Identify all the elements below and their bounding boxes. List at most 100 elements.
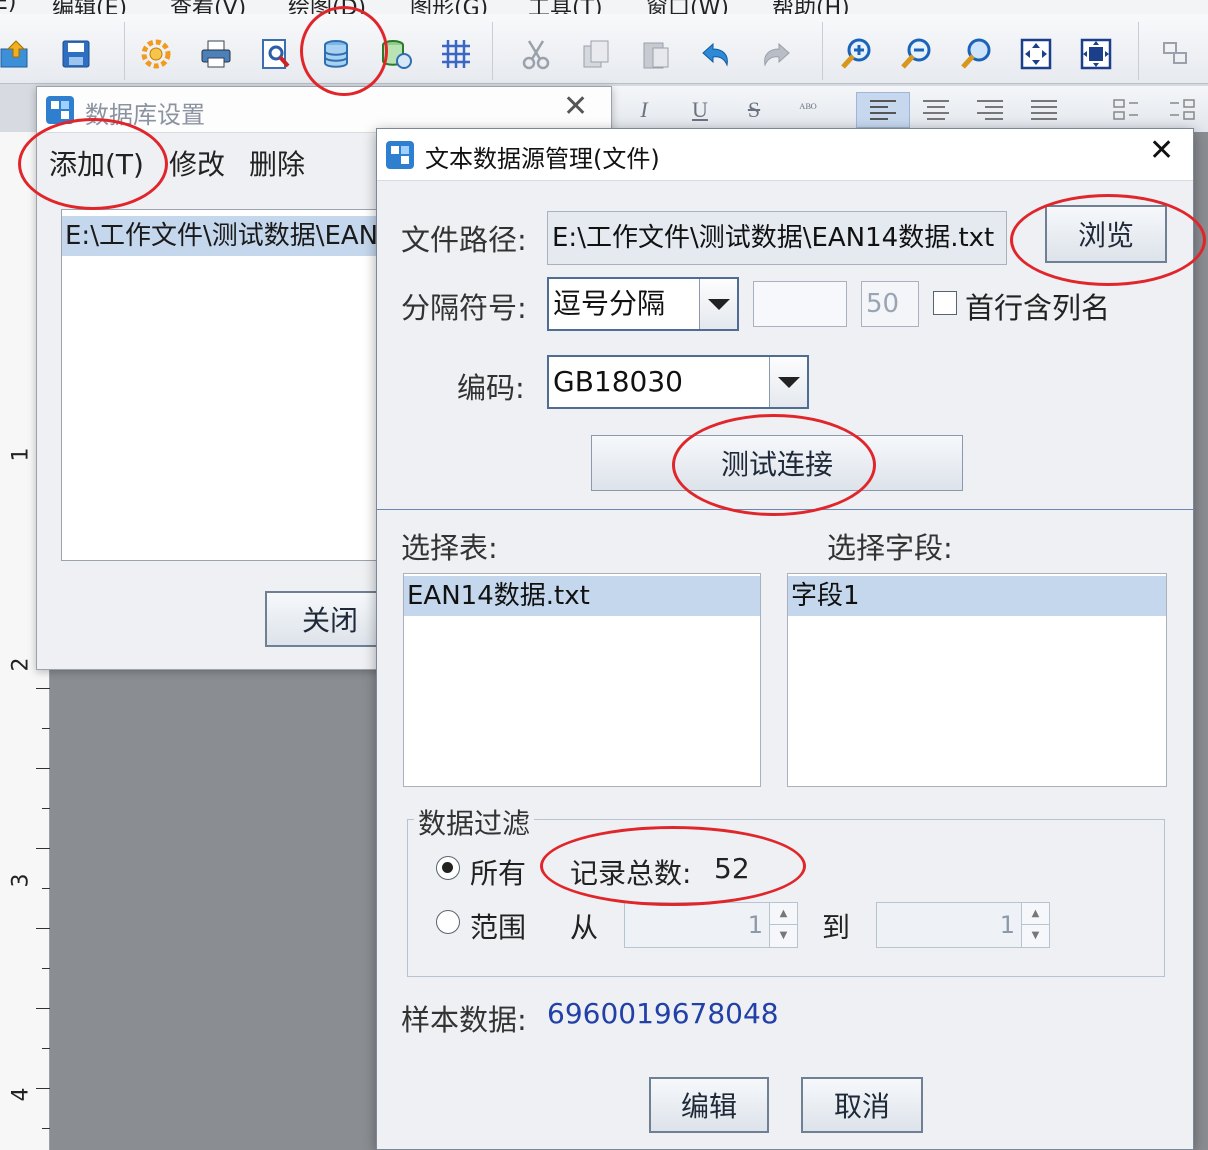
test-connection-button[interactable]: 测试连接 xyxy=(591,435,963,491)
format-toolbar: I U S ᴬᴮᴼ xyxy=(600,86,1208,132)
dialog-title: 文本数据源管理(文件) xyxy=(425,145,660,173)
range-from-stepper[interactable]: 1 ▲ ▼ xyxy=(624,902,798,948)
ruler-tick xyxy=(42,1128,50,1129)
datasource-list[interactable]: E:\工作文件\测试数据\EAN14数据.txt xyxy=(61,209,391,561)
range-to-stepper[interactable]: 1 ▲ ▼ xyxy=(876,902,1050,948)
menu-item-draw[interactable]: 绘图(D) xyxy=(288,0,366,14)
database-icon[interactable] xyxy=(314,32,358,76)
ruler-label: 3 xyxy=(8,873,34,888)
chevron-down-icon[interactable] xyxy=(769,357,807,407)
main-toolbar xyxy=(0,14,1208,84)
ruler-tick xyxy=(42,1048,50,1049)
encoding-select[interactable]: GB18030 xyxy=(547,355,809,409)
edit-button[interactable]: 编辑 xyxy=(649,1077,769,1133)
custom-separator-input[interactable] xyxy=(753,281,847,327)
add-menu-item[interactable]: 添加(T) xyxy=(49,143,144,183)
all-radio[interactable] xyxy=(436,856,460,880)
strikethrough-button[interactable]: S xyxy=(734,92,774,128)
decrement-icon[interactable]: ▼ xyxy=(769,925,797,947)
range-label: 范围 xyxy=(470,911,527,944)
browse-button[interactable]: 浏览 xyxy=(1045,205,1167,263)
cut-icon[interactable] xyxy=(514,32,558,76)
ruler-tick xyxy=(42,888,50,889)
group-icon[interactable] xyxy=(1154,32,1198,76)
align-center-icon[interactable] xyxy=(916,92,956,128)
zoom-icon[interactable] xyxy=(954,32,998,76)
list-item[interactable]: EAN14数据.txt xyxy=(404,576,760,616)
list-item[interactable]: E:\工作文件\测试数据\EAN14数据.txt xyxy=(62,216,390,256)
decrement-icon[interactable]: ▼ xyxy=(1021,925,1049,947)
save-icon[interactable] xyxy=(54,32,98,76)
menu-item-view[interactable]: 查看(V) xyxy=(170,0,246,14)
range-to-value: 1 xyxy=(999,911,1015,939)
align-right-icon[interactable] xyxy=(970,92,1010,128)
menu-item-tools[interactable]: 工具(T) xyxy=(528,0,603,14)
ruler-tick xyxy=(36,848,50,849)
grid-icon[interactable] xyxy=(434,32,478,76)
copy-icon[interactable] xyxy=(574,32,618,76)
italic-button[interactable]: I xyxy=(624,92,664,128)
encoding-label: 编码: xyxy=(457,371,525,405)
path-label: 文件路径: xyxy=(401,223,527,257)
path-field[interactable]: E:\工作文件\测试数据\EAN14数据.txt xyxy=(547,211,1007,265)
field-listbox[interactable]: 字段1 xyxy=(787,573,1167,787)
ruler-tick xyxy=(36,1008,50,1009)
separator-width-input[interactable]: 50 xyxy=(861,281,919,327)
menu-bar: E) 编辑(E) 查看(V) 绘图(D) 图形(G) 工具(T) 窗口(W) 帮… xyxy=(0,0,1208,14)
fit-page-icon[interactable] xyxy=(1014,32,1058,76)
from-label: 从 xyxy=(570,911,599,944)
separator-select[interactable]: 逗号分隔 xyxy=(547,277,739,331)
separator-label: 分隔符号: xyxy=(401,291,527,325)
actual-size-icon[interactable] xyxy=(1074,32,1118,76)
to-label: 到 xyxy=(822,911,851,944)
print-icon[interactable] xyxy=(194,32,238,76)
zoom-out-icon[interactable] xyxy=(894,32,938,76)
ruler-label: 4 xyxy=(8,1087,34,1102)
range-radio[interactable] xyxy=(436,910,460,934)
database-connect-icon[interactable] xyxy=(374,32,418,76)
distribute-horizontal-icon[interactable] xyxy=(1106,92,1146,128)
separator-value: 逗号分隔 xyxy=(553,287,666,320)
underline-button[interactable]: U xyxy=(680,92,720,128)
list-item[interactable]: 字段1 xyxy=(788,576,1166,616)
ruler-tick xyxy=(42,968,50,969)
paste-icon[interactable] xyxy=(634,32,678,76)
ruler-label: 2 xyxy=(8,657,34,672)
zoom-in-icon[interactable] xyxy=(834,32,878,76)
char-spacing-button[interactable]: ᴬᴮᴼ xyxy=(788,92,828,128)
increment-icon[interactable]: ▲ xyxy=(769,903,797,925)
edit-menu-item[interactable]: 修改 xyxy=(169,143,225,183)
close-icon[interactable]: ✕ xyxy=(563,89,588,124)
sample-data-label: 样本数据: xyxy=(401,1003,527,1037)
undo-icon[interactable] xyxy=(694,32,738,76)
menu-item-help[interactable]: 帮助(H) xyxy=(772,0,850,14)
menu-item-edit[interactable]: 编辑(E) xyxy=(52,0,127,14)
open-icon[interactable] xyxy=(0,32,38,76)
total-records-label: 记录总数: xyxy=(570,857,692,890)
menu-item-file[interactable]: E) xyxy=(0,0,16,14)
redo-icon[interactable] xyxy=(754,32,798,76)
menu-item-window[interactable]: 窗口(W) xyxy=(646,0,729,14)
dialog-titlebar[interactable]: 文本数据源管理(文件) ✕ xyxy=(377,129,1193,181)
header-row-checkbox[interactable] xyxy=(933,291,957,315)
menu-item-shape[interactable]: 图形(G) xyxy=(410,0,488,14)
dialog-titlebar[interactable]: 数据库设置 ✕ xyxy=(37,87,611,133)
ruler-tick xyxy=(36,768,50,769)
cancel-button[interactable]: 取消 xyxy=(801,1077,923,1133)
table-listbox[interactable]: EAN14数据.txt xyxy=(403,573,761,787)
field-label: 选择字段: xyxy=(827,531,953,565)
delete-menu-item[interactable]: 删除 xyxy=(249,143,305,183)
align-left-icon[interactable] xyxy=(856,92,910,128)
close-icon[interactable]: ✕ xyxy=(1149,133,1174,168)
ruler-label: 1 xyxy=(8,447,34,462)
print-preview-icon[interactable] xyxy=(254,32,298,76)
sample-data-value: 6960019678048 xyxy=(547,997,779,1030)
justify-icon[interactable] xyxy=(1024,92,1064,128)
all-label: 所有 xyxy=(470,857,527,890)
chevron-down-icon[interactable] xyxy=(699,279,737,329)
text-datasource-dialog: 文本数据源管理(文件) ✕ 文件路径: E:\工作文件\测试数据\EAN14数据… xyxy=(376,128,1194,1150)
increment-icon[interactable]: ▲ xyxy=(1021,903,1049,925)
settings-icon[interactable] xyxy=(134,32,178,76)
distribute-vertical-icon[interactable] xyxy=(1162,92,1202,128)
toolbar-separator xyxy=(492,22,493,80)
